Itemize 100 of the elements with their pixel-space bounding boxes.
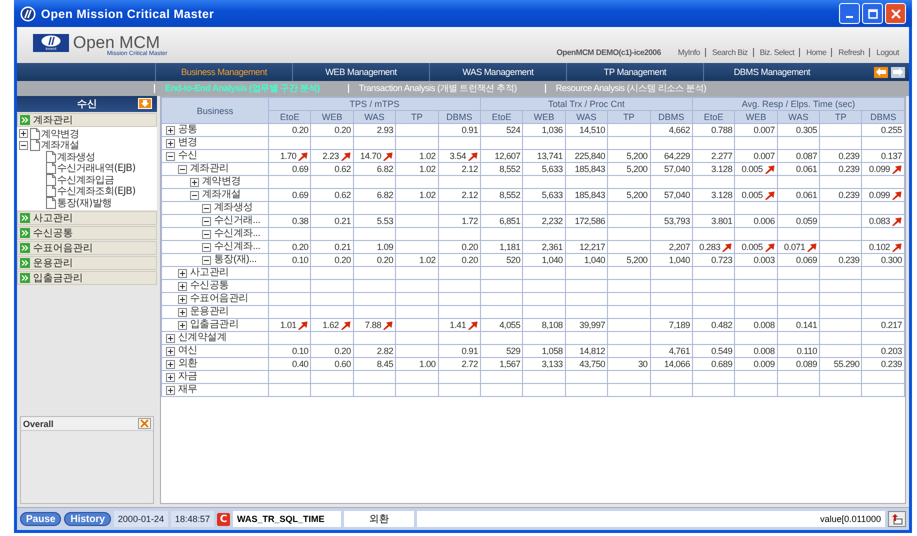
table-cell — [353, 280, 396, 292]
business-name[interactable]: 변경 — [178, 137, 198, 149]
table-cell: 0.305 — [777, 124, 820, 136]
plus-box-icon[interactable] — [178, 320, 187, 330]
minus-box-icon[interactable] — [19, 140, 28, 150]
plus-box-icon[interactable] — [190, 178, 199, 186]
table-cell — [692, 228, 735, 240]
maximize-button[interactable] — [862, 3, 883, 24]
table-cell — [820, 176, 862, 188]
business-name[interactable]: 재무 — [178, 384, 198, 396]
business-name[interactable]: 외환 — [178, 358, 198, 370]
minus-box-icon[interactable] — [202, 242, 211, 252]
plus-box-icon[interactable] — [178, 282, 187, 290]
sidebar-section[interactable]: 사고관리 — [17, 210, 157, 224]
header-link[interactable]: Refresh — [831, 48, 864, 56]
minus-box-icon[interactable] — [202, 256, 211, 264]
header-link[interactable]: Biz. Select — [752, 48, 794, 56]
header-link[interactable]: Search Biz — [705, 48, 748, 56]
table-cell — [862, 176, 904, 188]
table-cell: 39,997 — [565, 318, 608, 332]
table-cell — [522, 228, 566, 240]
minus-box-icon[interactable] — [202, 204, 211, 212]
table-cell: 0.38 — [268, 214, 311, 228]
close-icon — [890, 8, 900, 18]
tree-item[interactable]: 수신계좌조회(EJB) — [57, 184, 136, 198]
tree-item[interactable]: 수신거래내역(EJB) — [57, 161, 136, 176]
forward-button[interactable] — [891, 66, 905, 78]
business-name[interactable]: 자금 — [178, 371, 198, 383]
tree-item[interactable]: 수신계좌입금 — [57, 172, 114, 187]
business-name[interactable]: 공통 — [178, 124, 198, 136]
sidebar-section[interactable]: 계좌관리 — [17, 113, 157, 127]
sidebar-section[interactable]: 입출금관리 — [17, 270, 157, 284]
user-label: OpenMCM DEMO(c1)-ice2006 — [556, 48, 661, 56]
minimize-button[interactable] — [839, 3, 860, 24]
status-button[interactable]: Pause — [20, 512, 62, 526]
table-cell: 5,200 — [608, 188, 650, 202]
table-cell: 2.82 — [353, 344, 396, 358]
minus-box-icon[interactable] — [202, 230, 211, 238]
sidebar-section[interactable]: 운용관리 — [17, 256, 157, 270]
table-cell — [522, 306, 566, 318]
table-cell: 0.10 — [268, 254, 311, 266]
panel-title: Overall — [23, 418, 54, 428]
plus-box-icon[interactable] — [178, 294, 187, 304]
sidebar-section[interactable]: 수표어음관리 — [17, 240, 157, 254]
tree-item[interactable]: 계좌개설 — [41, 138, 79, 152]
table-cell — [565, 202, 608, 214]
header-link[interactable]: Logout — [869, 48, 899, 56]
table-cell: 3.128 — [692, 188, 735, 202]
status-button[interactable]: History — [64, 512, 111, 526]
table-cell: 0.689 — [692, 358, 735, 370]
table-cell: 1.02 — [396, 150, 438, 162]
business-name[interactable]: 수신 — [178, 150, 198, 162]
column-header: TP — [820, 110, 862, 124]
plus-box-icon[interactable] — [166, 138, 175, 148]
plus-box-icon[interactable] — [166, 126, 175, 134]
table-cell — [608, 240, 650, 254]
table-cell — [608, 292, 650, 306]
table-cell: 14,510 — [565, 124, 608, 136]
minus-box-icon[interactable] — [166, 152, 175, 160]
close-button[interactable] — [138, 418, 151, 429]
minus-box-icon[interactable] — [190, 190, 199, 200]
right-arrow-icon — [893, 68, 903, 76]
table-cell: 2.277 — [692, 150, 735, 162]
table-cell — [777, 332, 820, 344]
arrow-icon — [764, 190, 775, 200]
table-cell — [396, 240, 438, 254]
table-cell: 0.008 — [734, 318, 778, 332]
table-cell: 0.20 — [310, 124, 354, 136]
business-name[interactable]: 여신 — [178, 345, 198, 357]
table-cell: 0.059 — [777, 214, 820, 228]
minus-box-icon[interactable] — [202, 216, 211, 226]
minus-box-icon[interactable] — [178, 164, 187, 174]
plus-box-icon[interactable] — [166, 334, 175, 342]
plus-box-icon[interactable] — [178, 268, 187, 278]
tree-item[interactable]: 계약변경 — [41, 126, 79, 141]
table-cell — [650, 332, 692, 344]
table-cell — [522, 280, 566, 292]
plus-box-icon[interactable] — [19, 129, 28, 138]
table-cell: 0.009 — [734, 358, 778, 370]
plus-box-icon[interactable] — [166, 386, 175, 394]
upload-button[interactable] — [888, 511, 906, 527]
column-header: DBMS — [862, 110, 904, 124]
header-link[interactable]: MyInfo — [678, 48, 700, 56]
table-cell — [608, 176, 650, 188]
plus-box-icon[interactable] — [166, 346, 175, 356]
tree-item[interactable]: 계좌생성 — [57, 150, 95, 164]
table-cell — [777, 228, 820, 240]
table-cell — [310, 332, 354, 344]
table-cell — [692, 176, 735, 188]
plus-box-icon[interactable] — [178, 308, 187, 316]
tree-item[interactable]: 통장(재)발행 — [57, 196, 112, 210]
table-cell — [608, 370, 650, 384]
column-header: WAS — [777, 110, 820, 124]
plus-box-icon[interactable] — [166, 360, 175, 368]
arrow-icon — [382, 152, 394, 160]
plus-box-icon[interactable] — [166, 372, 175, 382]
sidebar-section[interactable]: 수신공통 — [17, 226, 157, 240]
table-cell — [438, 228, 480, 240]
header-link[interactable]: Home — [799, 48, 826, 56]
back-button[interactable] — [874, 66, 888, 78]
